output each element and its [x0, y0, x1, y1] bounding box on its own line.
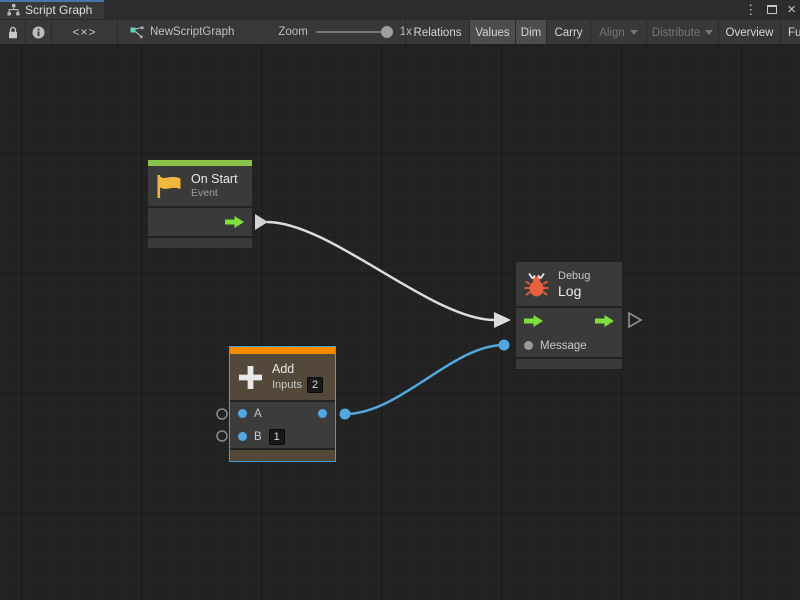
add-result-port-marker[interactable]: [340, 409, 351, 420]
tab-title: Script Graph: [25, 2, 92, 17]
inputs-label: Inputs: [272, 378, 302, 392]
tab-script-graph[interactable]: Script Graph: [0, 0, 104, 19]
node-title: On Start: [191, 172, 238, 187]
result-output-port[interactable]: [318, 409, 327, 418]
script-graph-asset-icon: [130, 26, 144, 39]
node-debug-log[interactable]: Debug Log Message: [516, 262, 622, 369]
port-label-b: B: [254, 431, 262, 443]
zoom-slider-handle[interactable]: [381, 26, 393, 38]
title-bar: Script Graph ⋮ ×: [0, 0, 800, 19]
zoom-slider[interactable]: [316, 31, 388, 33]
flow-output-arrow-icon[interactable]: [595, 315, 614, 327]
close-icon[interactable]: ×: [787, 0, 796, 19]
align-button[interactable]: Align: [590, 20, 646, 45]
log-message-port-marker[interactable]: [499, 340, 510, 351]
port-label-message: Message: [540, 340, 587, 352]
port-a-input[interactable]: [238, 409, 247, 418]
dim-button[interactable]: Dim: [515, 20, 546, 45]
bug-icon: [524, 272, 549, 297]
code-icon: <×>: [72, 25, 96, 39]
tab-active-accent: [0, 0, 104, 2]
view-source-button[interactable]: <×>: [52, 20, 118, 45]
graph-breadcrumb[interactable]: NewScriptGraph: [118, 20, 246, 45]
maximize-icon[interactable]: [767, 0, 777, 19]
carry-button[interactable]: Carry: [546, 20, 590, 45]
add-a-port-marker[interactable]: [217, 409, 227, 419]
info-icon: [32, 26, 45, 39]
window-menu-icon[interactable]: ⋮: [744, 0, 757, 19]
wire-flow-arrowhead: [494, 312, 511, 328]
port-b-value-field[interactable]: 1: [269, 429, 285, 445]
node-title: Add: [272, 362, 323, 377]
node-on-start[interactable]: On Start Event: [148, 160, 252, 248]
full-screen-button[interactable]: Full Screen: [780, 20, 800, 45]
node-title: Log: [558, 283, 590, 300]
math-colorbar: [230, 347, 335, 354]
align-label: Align: [599, 27, 625, 39]
graph-tab-icon: [7, 4, 20, 16]
onstart-output-port-marker[interactable]: [255, 214, 268, 230]
relations-button[interactable]: Relations: [405, 20, 469, 45]
flow-input-arrow-icon[interactable]: [524, 315, 543, 327]
graph-toolbar: <×> NewScriptGraph Zoom 1x Relations Val…: [0, 19, 800, 44]
node-subtitle: Event: [191, 187, 238, 200]
values-button[interactable]: Values: [469, 20, 515, 45]
node-surtitle: Debug: [558, 269, 590, 283]
wires-layer: [0, 44, 800, 600]
graph-name-label: NewScriptGraph: [150, 26, 234, 38]
caret-down-icon: [630, 30, 638, 35]
lock-icon: [7, 26, 19, 39]
overview-button[interactable]: Overview: [718, 20, 780, 45]
distribute-label: Distribute: [652, 27, 701, 39]
inputs-count-field[interactable]: 2: [307, 377, 323, 393]
wire-value-add-to-message[interactable]: [345, 345, 504, 414]
lock-button[interactable]: [0, 20, 26, 45]
add-b-port-marker[interactable]: [217, 431, 227, 441]
info-button[interactable]: [26, 20, 52, 45]
graph-canvas[interactable]: On Start Event: [0, 44, 800, 600]
wire-flow-onstart-to-log[interactable]: [267, 222, 494, 320]
node-footer: [516, 359, 622, 369]
node-footer: [230, 450, 335, 461]
log-output-port-marker[interactable]: [629, 313, 641, 327]
port-b-input[interactable]: [238, 432, 247, 441]
plus-icon: [238, 365, 263, 390]
message-input-port[interactable]: [524, 341, 533, 350]
node-footer: [148, 238, 252, 248]
flow-output-arrow-icon[interactable]: [225, 216, 244, 228]
script-graph-window: Script Graph ⋮ × <×>: [0, 0, 800, 600]
distribute-button[interactable]: Distribute: [646, 20, 718, 45]
flag-icon: [156, 175, 182, 198]
node-add[interactable]: Add Inputs 2 A B 1: [230, 347, 335, 461]
zoom-label: Zoom: [278, 26, 307, 38]
port-label-a: A: [254, 408, 262, 420]
caret-down-icon: [705, 30, 713, 35]
